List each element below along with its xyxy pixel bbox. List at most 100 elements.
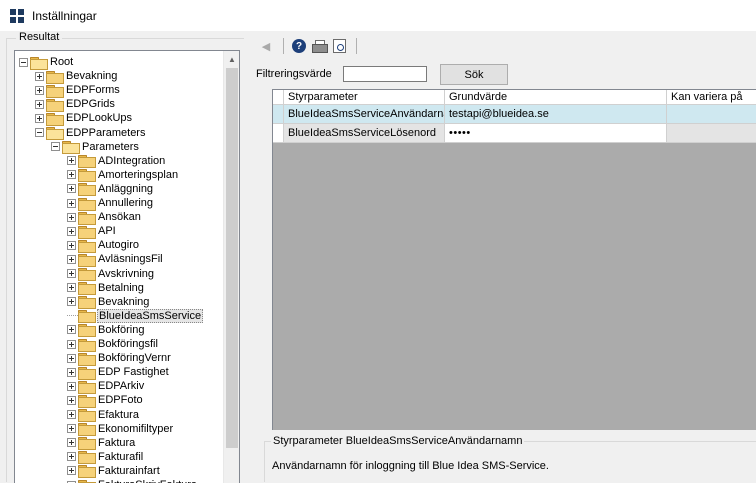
- tree-content: RootBevakningEDPFormsEDPGridsEDPLookUpsE…: [15, 51, 225, 483]
- tree-item[interactable]: FakturaSkrivFaktura: [67, 478, 198, 483]
- cell-grundvarde[interactable]: testapi@blueidea.se: [445, 105, 667, 124]
- expand-icon[interactable]: [67, 255, 76, 264]
- window-title: Inställningar: [32, 9, 97, 23]
- back-arrow-button[interactable]: ◀: [257, 37, 275, 55]
- cell-styrparameter[interactable]: BlueIdeaSmsServiceLösenord: [284, 124, 445, 143]
- tree-item[interactable]: Bokföringsfil: [67, 337, 159, 351]
- tree-item[interactable]: AvläsningsFil: [67, 252, 164, 266]
- cell-kan-variera[interactable]: [667, 124, 756, 143]
- expand-icon[interactable]: [67, 368, 76, 377]
- expand-icon[interactable]: [67, 170, 76, 179]
- tree-item[interactable]: Bokföring: [67, 323, 145, 337]
- expand-icon[interactable]: [67, 241, 76, 250]
- tree-item[interactable]: Ekonomifiltyper: [67, 422, 174, 436]
- tree-item[interactable]: Ansökan: [67, 210, 142, 224]
- tree-item[interactable]: API: [67, 224, 117, 238]
- tree-item[interactable]: Amorteringsplan: [67, 168, 179, 182]
- expand-icon[interactable]: [67, 438, 76, 447]
- expand-icon[interactable]: [67, 227, 76, 236]
- tree-item[interactable]: Anläggning: [67, 182, 154, 196]
- tree-item-label: Anläggning: [97, 182, 154, 196]
- expand-icon[interactable]: [35, 72, 44, 81]
- expand-icon[interactable]: [67, 354, 76, 363]
- expand-icon[interactable]: [67, 396, 76, 405]
- row-header[interactable]: [273, 124, 284, 143]
- tree-item[interactable]: EDPForms: [35, 83, 121, 97]
- expand-icon[interactable]: [67, 410, 76, 419]
- expand-icon[interactable]: [67, 156, 76, 165]
- tree-item-label: FakturaSkrivFaktura: [97, 478, 198, 483]
- title-bar: Inställningar: [0, 0, 756, 31]
- print-preview-button[interactable]: [330, 37, 348, 55]
- tree-item-label: Bokföringsfil: [97, 337, 159, 351]
- collapse-icon[interactable]: [35, 128, 44, 137]
- tree-item[interactable]: Parameters: [51, 140, 140, 154]
- folder-open-icon: [46, 127, 62, 138]
- tree-item-label: Betalning: [97, 281, 145, 295]
- collapse-icon[interactable]: [19, 58, 28, 67]
- tree-item-label: Root: [49, 55, 74, 69]
- tree-item[interactable]: Avskrivning: [67, 267, 155, 281]
- cell-styrparameter[interactable]: BlueIdeaSmsServiceAnvändarnamn: [284, 105, 445, 124]
- tree-item[interactable]: ADIntegration: [67, 154, 166, 168]
- scroll-up-icon[interactable]: ▲: [224, 51, 240, 67]
- expand-icon[interactable]: [35, 86, 44, 95]
- tree-scrollbar[interactable]: ▲: [223, 51, 239, 483]
- tree-item-label: EDPLookUps: [65, 111, 133, 125]
- scroll-thumb[interactable]: [226, 68, 238, 448]
- tree-item[interactable]: Betalning: [67, 281, 145, 295]
- tree-item[interactable]: Bevakning: [35, 69, 118, 83]
- expand-icon[interactable]: [35, 100, 44, 109]
- settings-tree[interactable]: RootBevakningEDPFormsEDPGridsEDPLookUpsE…: [14, 50, 240, 483]
- print-button[interactable]: [310, 37, 328, 55]
- expand-icon[interactable]: [67, 269, 76, 278]
- expand-icon[interactable]: [67, 213, 76, 222]
- tree-item[interactable]: BokföringVernr: [67, 351, 172, 365]
- column-header-kan-variera[interactable]: Kan variera på: [667, 90, 756, 105]
- expand-icon[interactable]: [67, 325, 76, 334]
- tree-item[interactable]: EDPFoto: [67, 393, 144, 407]
- expand-icon[interactable]: [67, 199, 76, 208]
- expand-icon[interactable]: [67, 297, 76, 306]
- folder-icon: [78, 395, 94, 406]
- tree-item[interactable]: Faktura: [67, 436, 136, 450]
- tree-item[interactable]: EDPGrids: [35, 97, 116, 111]
- column-header-styrparameter[interactable]: Styrparameter: [284, 90, 445, 105]
- cell-kan-variera[interactable]: [667, 105, 756, 124]
- expand-icon[interactable]: [67, 466, 76, 475]
- expand-icon[interactable]: [35, 114, 44, 123]
- column-header-grundvarde[interactable]: Grundvärde: [445, 90, 667, 105]
- tree-item[interactable]: EDPArkiv: [67, 379, 145, 393]
- tree-item[interactable]: Fakturafil: [67, 450, 144, 464]
- tree-item[interactable]: Root: [19, 55, 74, 69]
- folder-icon: [78, 183, 94, 194]
- tree-item[interactable]: EDP Fastighet: [67, 365, 170, 379]
- tree-item-label: Efaktura: [97, 408, 140, 422]
- expand-icon[interactable]: [67, 424, 76, 433]
- folder-open-icon: [62, 141, 78, 152]
- tree-item[interactable]: EDPLookUps: [35, 111, 133, 125]
- tree-item[interactable]: Bevakning: [67, 295, 150, 309]
- tree-item[interactable]: Annullering: [67, 196, 154, 210]
- tree-item[interactable]: Autogiro: [67, 238, 140, 252]
- cell-grundvarde-password[interactable]: •••••: [445, 124, 667, 143]
- expand-icon[interactable]: [67, 382, 76, 391]
- filter-input[interactable]: [343, 66, 427, 82]
- folder-open-icon: [30, 57, 46, 68]
- expand-icon[interactable]: [67, 283, 76, 292]
- expand-icon[interactable]: [67, 340, 76, 349]
- expand-icon[interactable]: [67, 452, 76, 461]
- collapse-icon[interactable]: [51, 142, 60, 151]
- results-group: Resultat RootBevakningEDPFormsEDPGridsED…: [6, 38, 244, 482]
- row-header[interactable]: [273, 105, 284, 124]
- back-arrow-icon: ◀: [262, 40, 270, 53]
- help-button[interactable]: ?: [290, 37, 308, 55]
- tree-item[interactable]: EDPParameters: [35, 126, 146, 140]
- tree-item[interactable]: Fakturainfart: [67, 464, 161, 478]
- expand-icon[interactable]: [67, 184, 76, 193]
- table-row[interactable]: BlueIdeaSmsServiceAnvändarnamn testapi@b…: [273, 105, 756, 124]
- tree-item[interactable]: Efaktura: [67, 408, 140, 422]
- table-row[interactable]: BlueIdeaSmsServiceLösenord •••••: [273, 124, 756, 143]
- search-button[interactable]: Sök: [440, 64, 508, 85]
- tree-item[interactable]: BlueIdeaSmsService: [67, 309, 203, 323]
